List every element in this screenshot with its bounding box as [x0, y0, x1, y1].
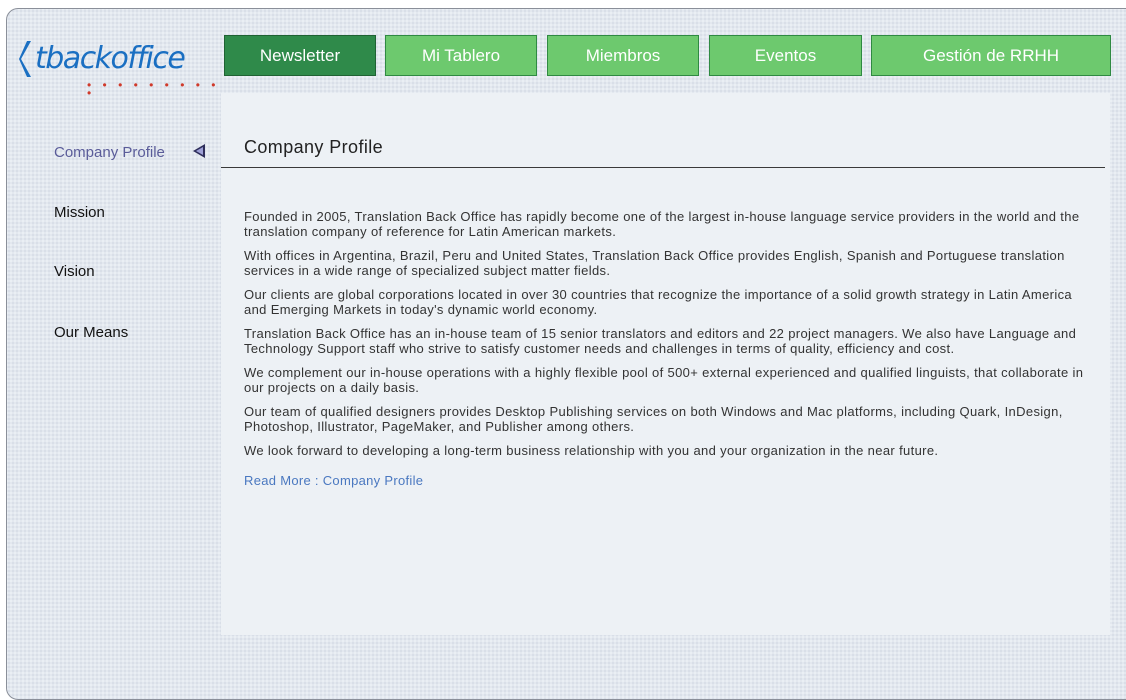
sidebar-item-vision[interactable]: Vision [54, 263, 95, 280]
content-body: Founded in 2005, Translation Back Office… [244, 209, 1094, 488]
paragraph: Translation Back Office has an in-house … [244, 326, 1077, 356]
paragraph: Founded in 2005, Translation Back Office… [244, 209, 1080, 239]
tab-eventos[interactable]: Eventos [709, 35, 862, 76]
tab-mi-tablero[interactable]: Mi Tablero [385, 35, 537, 76]
page-title: Company Profile [244, 137, 384, 157]
paragraph: We complement our in-house operations wi… [244, 365, 1084, 395]
read-more-link[interactable]: Read More : Company Profile [244, 473, 423, 488]
tab-newsletter[interactable]: Newsletter [224, 35, 376, 76]
logo[interactable]: tbackoffice • • • • • • • • • • [19, 37, 227, 99]
tab-miembros[interactable]: Miembros [547, 35, 699, 76]
app-frame: tbackoffice • • • • • • • • • • Newslett… [6, 8, 1126, 700]
sidebar-item-company-profile[interactable]: Company Profile [54, 144, 165, 161]
content-panel: Company Profile Founded in 2005, Transla… [221, 93, 1110, 635]
active-arrow-icon [193, 144, 205, 158]
paragraph: We look forward to developing a long-ter… [244, 443, 939, 458]
title-divider [221, 167, 1105, 168]
sidebar-item-our-means[interactable]: Our Means [54, 324, 128, 341]
tab-gestion-rrhh[interactable]: Gestión de RRHH [871, 35, 1111, 76]
sidebar-item-mission[interactable]: Mission [54, 204, 105, 221]
logo-text: tbackoffice [35, 41, 186, 76]
paragraph: Our team of qualified designers provides… [244, 404, 1063, 434]
logo-chevron-icon [19, 41, 31, 77]
paragraph: With offices in Argentina, Brazil, Peru … [244, 248, 1065, 278]
logo-dots: • • • • • • • • • • [87, 78, 220, 100]
paragraph: Our clients are global corporations loca… [244, 287, 1072, 317]
